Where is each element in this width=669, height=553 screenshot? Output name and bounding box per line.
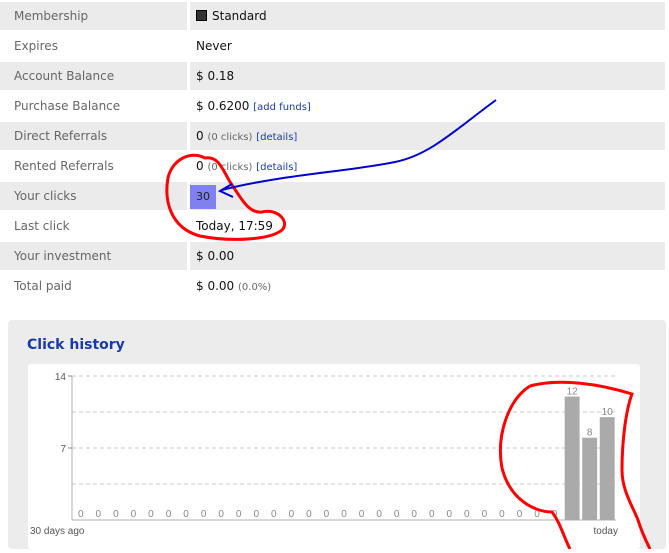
rented-referrals-label: Rented Referrals <box>14 159 114 173</box>
bar <box>564 396 580 520</box>
bar-value-label: 0 <box>78 509 84 520</box>
rented-referrals-details-link[interactable]: [details] <box>256 162 297 173</box>
bar-value-label: 0 <box>552 509 558 520</box>
last-click-label: Last click <box>14 219 70 233</box>
bar-value-label: 0 <box>324 509 330 520</box>
bar <box>582 437 598 520</box>
click-history-panel: Click history 7 14 0 0 0 0 0 0 0 0 0 0 0 0 0 0 0 0 0 0 0 0 0 0 0… <box>8 320 666 549</box>
bar-value-label: 0 <box>341 509 347 520</box>
bar-value-label: 0 <box>131 509 137 520</box>
row-last-click: Last click Today, 17:59 <box>0 211 669 241</box>
total-paid-percent: (0.0%) <box>238 282 272 293</box>
bar-value-label: 0 <box>96 509 102 520</box>
bar-value-label: 12 <box>567 387 579 398</box>
bar-value-label: 0 <box>183 509 189 520</box>
membership-value-cell: Standard <box>190 2 665 30</box>
bar-value-label: 0 <box>359 509 365 520</box>
expires-label: Expires <box>14 39 58 53</box>
bar-value-label: 0 <box>218 509 224 520</box>
bar-value-label: 0 <box>113 509 119 520</box>
y-tick-label: 14 <box>55 372 67 383</box>
total-paid-value: $ 0.00 <box>196 279 235 293</box>
bar-value-label: 0 <box>271 509 277 520</box>
x-label-end: today <box>594 526 618 537</box>
account-balance-value: $ 0.18 <box>190 62 665 90</box>
add-funds-link[interactable]: [add funds] <box>253 102 311 113</box>
row-account-balance: Account Balance $ 0.18 <box>0 61 669 91</box>
row-direct-referrals: Direct Referrals 0 (0 clicks) [details] <box>0 121 669 151</box>
purchase-balance-value: $ 0.6200 <box>196 99 250 113</box>
click-history-chart-box: 7 14 0 0 0 0 0 0 0 0 0 0 0 0 0 0 0 0 0 0 0 0 0 0 0 0 0 0 0 0 12 8 10 30 d… <box>28 364 640 549</box>
click-history-title: Click history <box>27 337 125 353</box>
your-investment-value: $ 0.00 <box>190 242 665 270</box>
direct-referrals-label: Direct Referrals <box>0 122 187 150</box>
click-history-chart: 7140 0 0 0 0 0 0 0 0 0 0 0 0 0 0 0 0 0 0 0 0 0 0 0 0 0 0 01281030 d… <box>30 372 618 537</box>
direct-referrals-cell: 0 (0 clicks) [details] <box>190 122 665 150</box>
bar-value-label: 0 <box>236 509 242 520</box>
total-paid-cell: $ 0.00 (0.0%) <box>190 272 665 300</box>
expires-value: Never <box>196 39 232 53</box>
rented-referrals-cell: 0 (0 clicks) [details] <box>190 152 665 180</box>
bar-value-label: 0 <box>482 509 488 520</box>
purchase-balance-cell: $ 0.6200 [add funds] <box>190 92 665 120</box>
bar-value-label: 0 <box>517 509 523 520</box>
bar <box>599 417 615 520</box>
bar-value-label: 0 <box>148 509 154 520</box>
total-paid-label: Total paid <box>14 279 72 293</box>
bar-value-label: 0 <box>411 509 417 520</box>
your-clicks-label: Your clicks <box>0 182 187 210</box>
bar-value-label: 0 <box>499 509 505 520</box>
square-icon <box>196 10 207 21</box>
bar-value-label: 0 <box>166 509 172 520</box>
bar-value-label: 0 <box>394 509 400 520</box>
bar-value-label: 0 <box>306 509 312 520</box>
row-total-paid: Total paid $ 0.00 (0.0%) <box>0 271 669 301</box>
bar-value-label: 0 <box>447 509 453 520</box>
rented-referrals-clicks: (0 clicks) <box>207 162 253 173</box>
bar-value-label: 0 <box>253 509 259 520</box>
account-balance-label: Account Balance <box>0 62 187 90</box>
direct-referrals-details-link[interactable]: [details] <box>256 132 297 143</box>
x-label-start: 30 days ago <box>30 526 85 537</box>
y-tick-label: 7 <box>60 444 66 455</box>
bar-value-label: 10 <box>602 407 614 418</box>
row-membership: Membership Standard <box>0 1 669 31</box>
row-expires: Expires Never <box>0 31 669 61</box>
row-your-clicks: Your clicks 30 <box>0 181 669 211</box>
last-click-value: Today, 17:59 <box>196 219 273 233</box>
bar-value-label: 0 <box>429 509 435 520</box>
row-your-investment: Your investment $ 0.00 <box>0 241 669 271</box>
your-clicks-cell: 30 <box>190 182 665 210</box>
your-investment-label: Your investment <box>0 242 187 270</box>
bar-value-label: 0 <box>376 509 382 520</box>
bar-value-label: 0 <box>201 509 207 520</box>
purchase-balance-label: Purchase Balance <box>14 99 121 113</box>
direct-referrals-clicks: (0 clicks) <box>207 132 253 143</box>
bar-value-label: 0 <box>534 509 540 520</box>
membership-value: Standard <box>212 9 267 23</box>
row-rented-referrals: Rented Referrals 0 (0 clicks) [details] <box>0 151 669 181</box>
bar-value-label: 0 <box>464 509 470 520</box>
bar-value-label: 0 <box>289 509 295 520</box>
bar-value-label: 8 <box>587 428 593 439</box>
your-clicks-value: 30 <box>190 185 216 209</box>
rented-referrals-value: 0 <box>196 159 204 173</box>
row-purchase-balance: Purchase Balance $ 0.6200 [add funds] <box>0 91 669 121</box>
direct-referrals-value: 0 <box>196 129 204 143</box>
membership-label: Membership <box>0 2 187 30</box>
